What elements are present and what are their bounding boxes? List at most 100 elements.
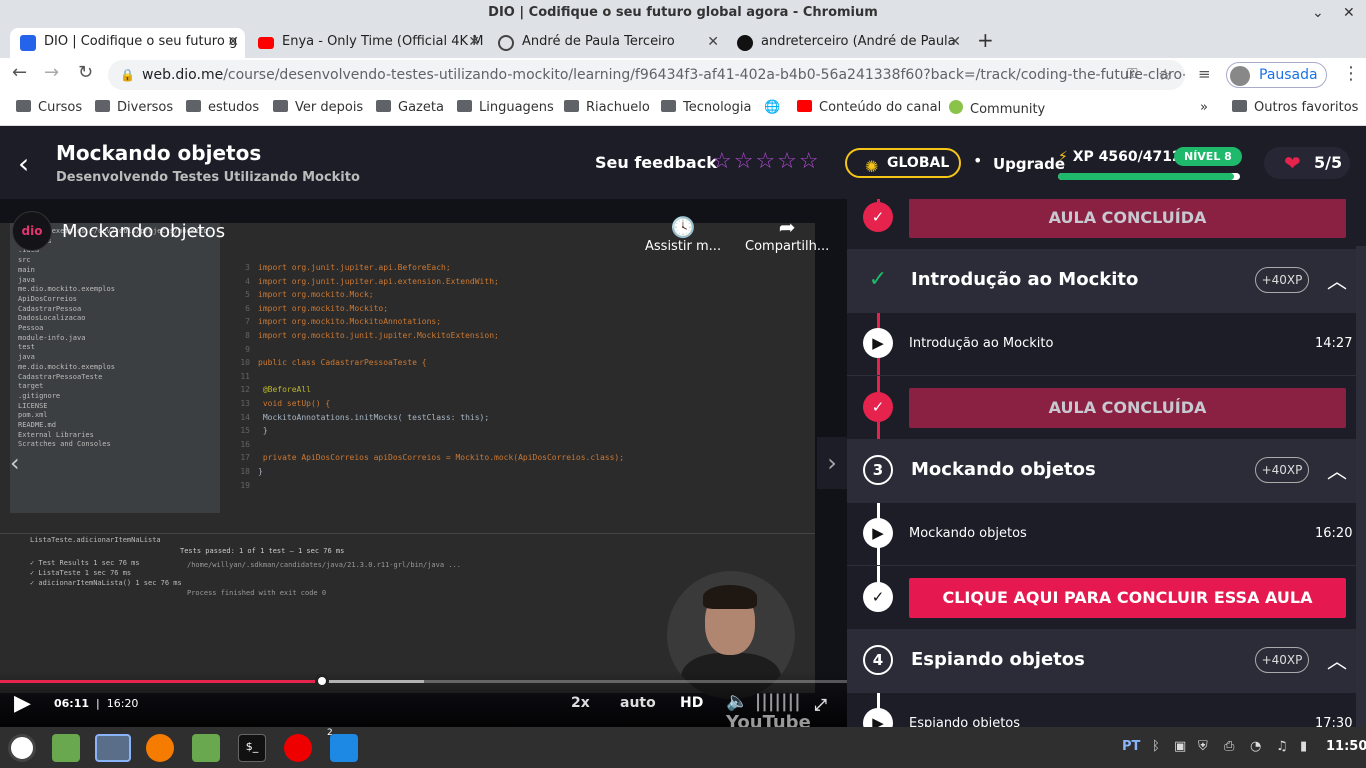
share-button[interactable]: ➦ Compartilh...: [745, 215, 829, 254]
menu-dots-icon[interactable]: ⋮: [1342, 63, 1360, 84]
lesson-link[interactable]: Introdução ao Mockito: [909, 336, 1053, 351]
back-arrow-icon[interactable]: ←: [12, 62, 27, 83]
play-icon[interactable]: ▶: [14, 691, 31, 716]
tree-item: src: [18, 256, 31, 265]
avatar: [1230, 66, 1250, 86]
profile-button[interactable]: Pausada: [1226, 62, 1327, 88]
keyboard-layout[interactable]: PT: [1122, 739, 1140, 754]
battery-icon[interactable]: ▮: [1300, 739, 1307, 754]
chevron-up-icon[interactable]: ︿: [1327, 455, 1347, 484]
section-espiando[interactable]: 4 Espiando objetos +40XP ︿: [847, 629, 1366, 693]
lesson-concluded-button[interactable]: AULA CONCLUÍDA: [909, 388, 1346, 428]
globe-bookmark[interactable]: 🌐: [764, 100, 780, 115]
video-player[interactable]: mockito-exemplos ~/dev/tools/projects/mo…: [0, 199, 847, 727]
close-tab-icon[interactable]: ✕: [707, 28, 719, 56]
seek-handle[interactable]: [314, 674, 329, 688]
channel-logo[interactable]: dio: [12, 211, 52, 251]
close-tab-icon[interactable]: ✕: [468, 28, 480, 56]
tab-dio[interactable]: DIO | Codifique o seu futuro g ✕: [10, 28, 245, 58]
vscode-icon[interactable]: [330, 734, 358, 762]
completed-check-icon: ✓: [863, 202, 893, 232]
folder-icon[interactable]: [192, 734, 220, 762]
bookmark-star-icon[interactable]: ☆: [1158, 65, 1172, 84]
back-chevron-icon[interactable]: ‹: [18, 147, 29, 180]
firefox-icon[interactable]: [146, 734, 174, 762]
chevron-up-icon[interactable]: ︿: [1327, 265, 1347, 294]
quality-auto-button[interactable]: auto: [620, 695, 656, 711]
section-introducao[interactable]: ✓ Introdução ao Mockito +40XP ︿: [847, 249, 1366, 313]
key-icon[interactable]: ⚿: [1127, 66, 1138, 82]
files-icon[interactable]: [52, 734, 80, 762]
lesson-link[interactable]: Espiando objetos: [909, 716, 1020, 727]
time-display: 06:11 | 16:20: [54, 697, 138, 710]
complete-lesson-button[interactable]: CLIQUE AQUI PARA CONCLUIR ESSA AULA: [909, 578, 1346, 618]
youtube-logo[interactable]: 🔈 ||||||| YouTube: [726, 691, 847, 727]
minimize-icon[interactable]: ⌄: [1312, 0, 1324, 26]
hd-button[interactable]: HD: [680, 695, 703, 711]
video-title[interactable]: Mockando objetos: [62, 221, 225, 242]
close-window-icon[interactable]: ✕: [1343, 0, 1355, 26]
printer-icon[interactable]: ⎙: [1224, 739, 1234, 754]
shield-icon[interactable]: ⛨: [1198, 739, 1208, 754]
more-bookmarks-icon[interactable]: »: [1200, 100, 1208, 115]
bookmark-conteudo-canal[interactable]: Conteúdo do canal: [797, 100, 941, 115]
clock[interactable]: 11:50: [1326, 739, 1366, 754]
reload-icon[interactable]: ↻: [78, 62, 93, 83]
play-lesson-icon[interactable]: ▶: [863, 328, 893, 358]
bookmark-estudos[interactable]: estudos: [186, 100, 259, 115]
divider: [847, 565, 1356, 566]
bookmark-linguagens[interactable]: Linguagens: [457, 100, 554, 115]
lesson-link[interactable]: Mockando objetos: [909, 526, 1027, 541]
profile-label: Pausada: [1259, 67, 1318, 83]
previous-chevron-icon[interactable]: ‹: [10, 449, 20, 477]
media-queue-icon[interactable]: ≡: [1198, 65, 1211, 83]
section-xp-badge: +40XP: [1255, 267, 1309, 293]
next-chevron-icon[interactable]: ›: [817, 437, 847, 489]
opera-icon[interactable]: [284, 734, 312, 762]
watch-later-button[interactable]: 🕓 Assistir m...: [645, 215, 721, 254]
code-line: 11: [222, 370, 802, 384]
bookmark-community[interactable]: Community: [949, 100, 1045, 117]
bookmark-gazeta[interactable]: Gazeta: [376, 100, 444, 115]
music-icon[interactable]: ♫: [1276, 739, 1288, 754]
bookmark-cursos[interactable]: Cursos: [16, 100, 82, 115]
tab-github[interactable]: andreterceiro (André de Paula ✕: [727, 28, 967, 58]
terminal-icon[interactable]: $_: [238, 734, 266, 762]
wifi-icon[interactable]: ◔: [1250, 739, 1261, 754]
mint-menu-icon[interactable]: [8, 734, 36, 762]
global-button[interactable]: ✺ GLOBAL: [845, 148, 961, 178]
console-output: /home/willyan/.sdkman/candidates/java/21…: [187, 558, 461, 600]
speed-button[interactable]: 2x: [571, 695, 590, 711]
close-tab-icon[interactable]: ✕: [227, 28, 239, 56]
tree-item: java: [18, 353, 35, 362]
close-tab-icon[interactable]: ✕: [949, 28, 961, 56]
play-lesson-icon[interactable]: ▶: [863, 518, 893, 548]
bookmark-ver-depois[interactable]: Ver depois: [273, 100, 363, 115]
address-bar[interactable]: 🔒 web.dio.me/course/desenvolvendo-testes…: [108, 60, 1185, 90]
chevron-up-icon[interactable]: ︿: [1327, 645, 1347, 674]
seek-bar[interactable]: [0, 680, 847, 683]
sidebar-scrollbar[interactable]: [1356, 246, 1366, 727]
clipboard-icon[interactable]: ▣: [1174, 739, 1186, 754]
code-line: 8 import org.mockito.junit.jupiter.Mockit…: [222, 329, 802, 343]
forward-arrow-icon[interactable]: →: [44, 62, 59, 83]
lesson-concluded-button[interactable]: AULA CONCLUÍDA: [909, 199, 1346, 238]
bookmark-riachuelo[interactable]: Riachuelo: [564, 100, 650, 115]
code-text: MockitoAnnotations.initMocks( testClass:…: [258, 412, 490, 422]
new-tab-button[interactable]: +: [977, 28, 994, 52]
tree-item: module-info.java: [18, 333, 86, 342]
bluetooth-icon[interactable]: ᛒ: [1152, 739, 1160, 754]
play-lesson-icon[interactable]: ▶: [863, 708, 893, 727]
upgrade-link[interactable]: Upgrade: [993, 155, 1065, 173]
run-tree-item: ✓ adicionarItemNaLista() 1 sec 76 ms: [30, 579, 182, 587]
bookmark-outros[interactable]: Outros favoritos: [1232, 100, 1358, 115]
bookmark-tecnologia[interactable]: Tecnologia: [661, 100, 751, 115]
rating-stars[interactable]: ☆☆☆☆☆: [712, 149, 821, 174]
chromium-icon[interactable]: [95, 734, 131, 762]
tab-label: andreterceiro (André de Paula: [761, 34, 956, 49]
bookmark-diversos[interactable]: Diversos: [95, 100, 173, 115]
tab-andre[interactable]: André de Paula Terceiro ✕: [488, 28, 725, 58]
tab-enya[interactable]: Enya - Only Time (Official 4K M ✕: [248, 28, 486, 58]
fullscreen-icon[interactable]: ⤢: [814, 695, 827, 715]
section-mockando[interactable]: 3 Mockando objetos +40XP ︿: [847, 439, 1366, 503]
